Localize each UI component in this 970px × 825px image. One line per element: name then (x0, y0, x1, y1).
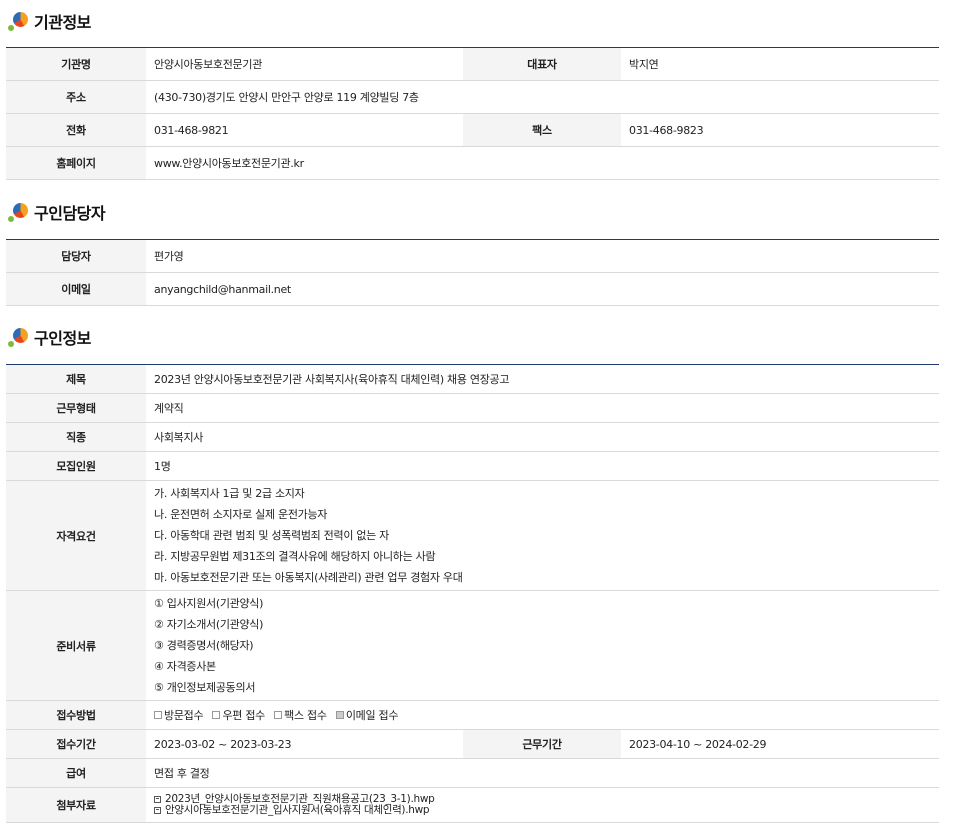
table-row: 직종 사회복지사 (6, 422, 940, 452)
agency-tel: 031-468-9821 (146, 113, 463, 147)
contact-section-title: 구인담당자 (8, 201, 106, 223)
job-work-period: 2023-04-10 ~ 2024-02-29 (621, 729, 940, 759)
attachment-name[interactable]: 안양시아동보호전문기관_입사지원서(육아휴직 대체인력).hwp (165, 805, 430, 816)
label-addr: 주소 (6, 80, 146, 114)
bullet-logo-icon (8, 326, 30, 348)
label-work-period: 근무기간 (463, 729, 621, 759)
table-row: 접수기간 2023-03-02 ~ 2023-03-23 근무기간 2023-0… (6, 729, 940, 759)
label-kind: 직종 (6, 422, 146, 452)
label-docs: 준비서류 (6, 590, 146, 701)
job-type: 계약직 (146, 393, 940, 423)
contact-table: 담당자 편가영 이메일 anyangchild@hanmail.net (6, 239, 939, 306)
doc-item: ① 입사지원서(기관양식) (154, 597, 264, 610)
job-files: 2023년_안양시아동보호전문기관_직원채용공고(23_3-1).hwp 안양시… (146, 787, 940, 823)
agency-name: 안양시아동보호전문기관 (146, 47, 463, 81)
method-label: 우편 접수 (222, 709, 265, 722)
agency-heading: 기관정보 (34, 13, 91, 32)
label-method: 접수방법 (6, 700, 146, 730)
qual-item: 라. 지방공무원법 제31조의 결격사유에 해당하지 아니하는 사람 (154, 550, 436, 563)
label-pay: 급여 (6, 758, 146, 788)
label-tel: 전화 (6, 113, 146, 147)
agency-rep: 박지연 (621, 47, 939, 81)
checkbox-checked-icon (335, 711, 344, 719)
method-visit: 방문접수 (154, 707, 204, 723)
qual-item: 가. 사회복지사 1급 및 2급 소지자 (154, 487, 305, 500)
table-row: 제목 2023년 안양시아동보호전문기관 사회복지사(육아휴직 대체인력) 채용… (6, 364, 940, 394)
table-row: 기관명 안양시아동보호전문기관 대표자 박지연 (6, 47, 939, 81)
label-count: 모집인원 (6, 451, 146, 481)
job-period: 2023-03-02 ~ 2023-03-23 (146, 729, 463, 759)
file-icon (154, 807, 161, 814)
job-methods: 방문접수 우편 접수 팩스 접수 이메일 접수 (146, 700, 940, 730)
agency-table: 기관명 안양시아동보호전문기관 대표자 박지연 주소 (430-730)경기도 … (6, 47, 939, 180)
bullet-logo-icon (8, 201, 30, 223)
job-heading: 구인정보 (34, 329, 91, 348)
doc-item: ⑤ 개인정보제공동의서 (154, 681, 256, 694)
job-count: 1명 (146, 451, 940, 481)
label-email: 이메일 (6, 272, 146, 306)
method-label: 이메일 접수 (345, 709, 399, 722)
job-kind: 사회복지사 (146, 422, 940, 452)
qual-item: 마. 아동보호전문기관 또는 아동복지(사례관리) 관련 업무 경험자 우대 (154, 571, 463, 584)
label-rep: 대표자 (463, 47, 621, 81)
contact-email: anyangchild@hanmail.net (146, 272, 939, 306)
job-pay: 면접 후 결정 (146, 758, 940, 788)
attachment-link[interactable]: 안양시아동보호전문기관_입사지원서(육아휴직 대체인력).hwp (154, 805, 931, 816)
job-section-title: 구인정보 (8, 326, 91, 348)
label-person: 담당자 (6, 239, 146, 273)
table-row: 근무형태 계약직 (6, 393, 940, 423)
checkbox-icon (154, 711, 162, 719)
table-row: 자격요건 가. 사회복지사 1급 및 2급 소지자 나. 운전면허 소지자로 실… (6, 480, 940, 591)
label-type: 근무형태 (6, 393, 146, 423)
table-row: 담당자 편가영 (6, 239, 939, 273)
method-label: 방문접수 (164, 709, 204, 722)
label-subject: 제목 (6, 364, 146, 394)
table-row: 주소 (430-730)경기도 안양시 만안구 안양로 119 계양빌딩 7층 (6, 80, 939, 114)
method-mail: 우편 접수 (212, 707, 265, 723)
table-row: 홈페이지 www.안양시아동보호전문기관.kr (6, 146, 939, 180)
table-row: 첨부자료 2023년_안양시아동보호전문기관_직원채용공고(23_3-1).hw… (6, 787, 940, 823)
qual-item: 나. 운전면허 소지자로 실제 운전가능자 (154, 508, 328, 521)
file-icon (154, 796, 161, 803)
contact-person: 편가영 (146, 239, 939, 273)
contact-heading: 구인담당자 (34, 204, 106, 223)
agency-homepage: www.안양시아동보호전문기관.kr (146, 146, 939, 180)
job-table: 제목 2023년 안양시아동보호전문기관 사회복지사(육아휴직 대체인력) 채용… (6, 364, 940, 823)
table-row: 모집인원 1명 (6, 451, 940, 481)
checkbox-icon (212, 711, 221, 719)
bullet-logo-icon (8, 10, 30, 32)
method-email: 이메일 접수 (335, 707, 399, 723)
label-home: 홈페이지 (6, 146, 146, 180)
table-row: 준비서류 ① 입사지원서(기관양식) ② 자기소개서(기관양식) ③ 경력증명서… (6, 590, 940, 701)
checkbox-icon (274, 711, 283, 719)
table-row: 전화 031-468-9821 팩스 031-468-9823 (6, 113, 939, 147)
table-row: 접수방법 방문접수 우편 접수 팩스 접수 이메일 접수 (6, 700, 940, 730)
label-name: 기관명 (6, 47, 146, 81)
label-qual: 자격요건 (6, 480, 146, 591)
doc-item: ② 자기소개서(기관양식) (154, 618, 264, 631)
job-qualifications: 가. 사회복지사 1급 및 2급 소지자 나. 운전면허 소지자로 실제 운전가… (146, 480, 940, 591)
job-subject: 2023년 안양시아동보호전문기관 사회복지사(육아휴직 대체인력) 채용 연장… (146, 364, 940, 394)
table-row: 이메일 anyangchild@hanmail.net (6, 272, 939, 306)
doc-item: ③ 경력증명서(해당자) (154, 639, 254, 652)
agency-addr: (430-730)경기도 안양시 만안구 안양로 119 계양빌딩 7층 (146, 80, 939, 114)
method-fax: 팩스 접수 (274, 707, 327, 723)
label-period: 접수기간 (6, 729, 146, 759)
label-files: 첨부자료 (6, 787, 146, 823)
method-label: 팩스 접수 (284, 709, 327, 722)
job-documents: ① 입사지원서(기관양식) ② 자기소개서(기관양식) ③ 경력증명서(해당자)… (146, 590, 940, 701)
table-row: 급여 면접 후 결정 (6, 758, 940, 788)
agency-section-title: 기관정보 (8, 10, 91, 32)
qual-item: 다. 아동학대 관련 범죄 및 성폭력범죄 전력이 없는 자 (154, 529, 389, 542)
agency-fax: 031-468-9823 (621, 113, 939, 147)
doc-item: ④ 자격증사본 (154, 660, 216, 673)
label-fax: 팩스 (463, 113, 621, 147)
